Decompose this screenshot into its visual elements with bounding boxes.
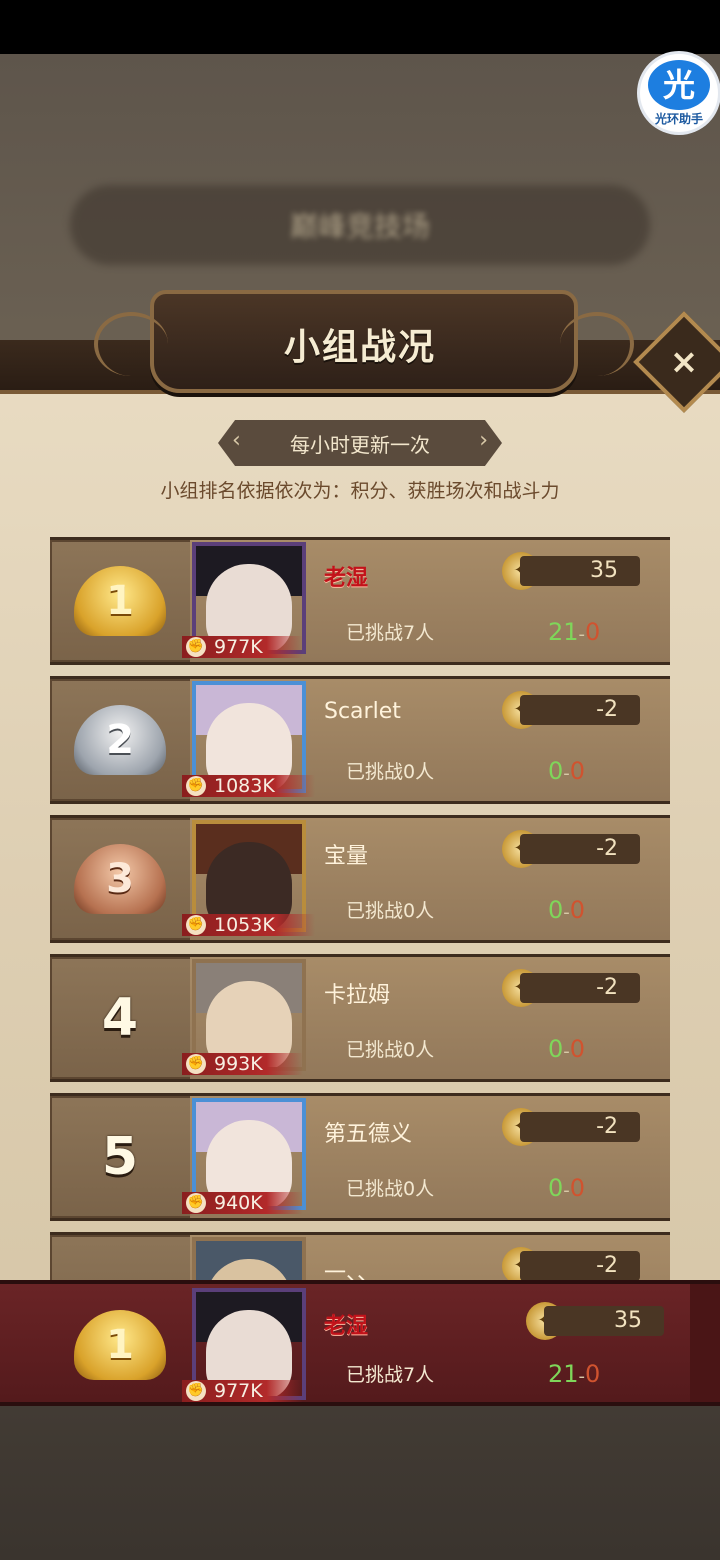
power-value: 1053K [214, 914, 275, 936]
ranking-row[interactable]: 3 ✊1053K 宝量 ✦ -2 已挑战0人 0-0 [50, 815, 670, 943]
rank-badge: 2 [50, 679, 190, 801]
power-badge: ✊ 940K [182, 1192, 303, 1214]
avatar[interactable] [192, 1237, 306, 1282]
player-name: Scarlet [324, 699, 401, 724]
power-value: 977K [214, 636, 263, 658]
power-badge: ✊ 977K [182, 636, 303, 658]
rank-number: 5 [101, 1127, 139, 1187]
win-loss: 21-0 [548, 618, 600, 646]
power-value: 940K [214, 1192, 263, 1214]
status-bar [0, 0, 720, 54]
my-rank-bar[interactable]: 1 ✊977K 老湿 ✦ 35 已挑战7人 21-0 [0, 1280, 720, 1406]
power-badge: ✊ 977K [182, 1380, 303, 1402]
my-score-value: 35 [544, 1306, 664, 1336]
player-name: 一、、 [324, 1261, 380, 1282]
panel-title: 小组战况 [283, 327, 436, 368]
ranking-list[interactable]: 1 ✊977K 老湿 ✦ 35 已挑战7人 21-0 2 ✊1083K Scar… [50, 537, 670, 1282]
helper-app-badge[interactable]: 光 光环助手 [640, 54, 718, 132]
player-name: 卡拉姆 [324, 983, 391, 1008]
my-player-name: 老湿 [324, 1314, 369, 1339]
power-value: 977K [214, 1380, 263, 1402]
challenged-count: 已挑战0人 [346, 761, 435, 783]
win-loss: 0-0 [548, 1035, 585, 1063]
losses: 0 [585, 1360, 601, 1388]
player-name: 老湿 [324, 566, 369, 591]
score-value: -2 [520, 834, 640, 864]
ranking-rule-text: 小组排名依据依次为：积分、获胜场次和战斗力 [160, 480, 560, 502]
fist-icon: ✊ [186, 1193, 206, 1213]
wins: 21 [548, 618, 579, 646]
gold-medal-icon: 1 [74, 1310, 166, 1380]
bronze-medal-icon: 3 [74, 844, 166, 914]
power-value: 1083K [214, 775, 275, 797]
wins: 0 [548, 1035, 564, 1063]
ranking-row[interactable]: 4 ✊993K 卡拉姆 ✦ -2 已挑战0人 0-0 [50, 954, 670, 1082]
helper-logo-icon: 光 [648, 60, 710, 110]
win-loss: 0-0 [548, 896, 585, 924]
wins: 0 [548, 896, 564, 924]
challenged-count: 已挑战0人 [346, 900, 435, 922]
my-win-loss: 21-0 [548, 1360, 600, 1388]
score-value: 35 [520, 556, 640, 586]
power-badge: ✊ 993K [182, 1053, 303, 1075]
score-value: -2 [520, 695, 640, 725]
losses: 0 [569, 1035, 586, 1063]
rank-badge: 3 [50, 818, 190, 940]
chevron-right-icon: › [479, 428, 488, 453]
rank-badge [50, 1235, 190, 1282]
gold-medal-icon: 1 [74, 566, 166, 636]
ranking-row[interactable]: 2 ✊1083K Scarlet ✦ -2 已挑战0人 0-0 [50, 676, 670, 804]
background-blurred-title: 巅峰竞技场 [289, 210, 430, 243]
update-notice-text: 每小时更新一次 [290, 433, 430, 457]
fist-icon: ✊ [186, 1054, 206, 1074]
rank-number: 4 [101, 988, 139, 1048]
losses: 0 [569, 757, 586, 785]
fist-icon: ✊ [186, 637, 206, 657]
losses: 0 [569, 896, 586, 924]
score-value: -2 [520, 973, 640, 1003]
challenged-count: 已挑战0人 [346, 1039, 435, 1061]
player-name: 第五德义 [324, 1122, 413, 1147]
ranking-row[interactable]: 5 ✊940K 第五德义 ✦ -2 已挑战0人 0-0 [50, 1093, 670, 1221]
power-badge: ✊ 1053K [182, 914, 315, 936]
rank-badge: 5 [50, 1096, 190, 1218]
bar-side-edge [690, 1284, 720, 1402]
wins: 0 [548, 1174, 564, 1202]
fist-icon: ✊ [186, 915, 206, 935]
wins: 21 [548, 1360, 579, 1388]
rank-badge: 1 [50, 540, 190, 662]
win-loss: 0-0 [548, 1174, 585, 1202]
power-value: 993K [214, 1053, 263, 1075]
helper-label: 光环助手 [654, 112, 703, 126]
fist-icon: ✊ [186, 1381, 206, 1401]
ranking-row[interactable]: 1 ✊977K 老湿 ✦ 35 已挑战7人 21-0 [50, 537, 670, 665]
player-name: 宝量 [324, 844, 369, 869]
score-value: -2 [520, 1251, 640, 1281]
challenged-count: 已挑战7人 [346, 622, 435, 644]
my-challenged-count: 已挑战7人 [346, 1364, 435, 1386]
losses: 0 [585, 618, 601, 646]
losses: 0 [569, 1174, 586, 1202]
power-badge: ✊ 1083K [182, 775, 315, 797]
challenged-count: 已挑战0人 [346, 1178, 435, 1200]
ranking-row[interactable]: 一、、 ✦ -2 [50, 1232, 670, 1282]
close-icon: × [669, 342, 699, 382]
rank-badge: 1 [50, 1284, 190, 1406]
score-value: -2 [520, 1112, 640, 1142]
wins: 0 [548, 757, 564, 785]
win-loss: 0-0 [548, 757, 585, 785]
update-notice-pill: ‹ 每小时更新一次 › [218, 420, 502, 466]
rank-badge: 4 [50, 957, 190, 1079]
fist-icon: ✊ [186, 776, 206, 796]
silver-medal-icon: 2 [74, 705, 166, 775]
my-rank-row: 1 ✊977K 老湿 ✦ 35 已挑战7人 21-0 [50, 1284, 690, 1402]
